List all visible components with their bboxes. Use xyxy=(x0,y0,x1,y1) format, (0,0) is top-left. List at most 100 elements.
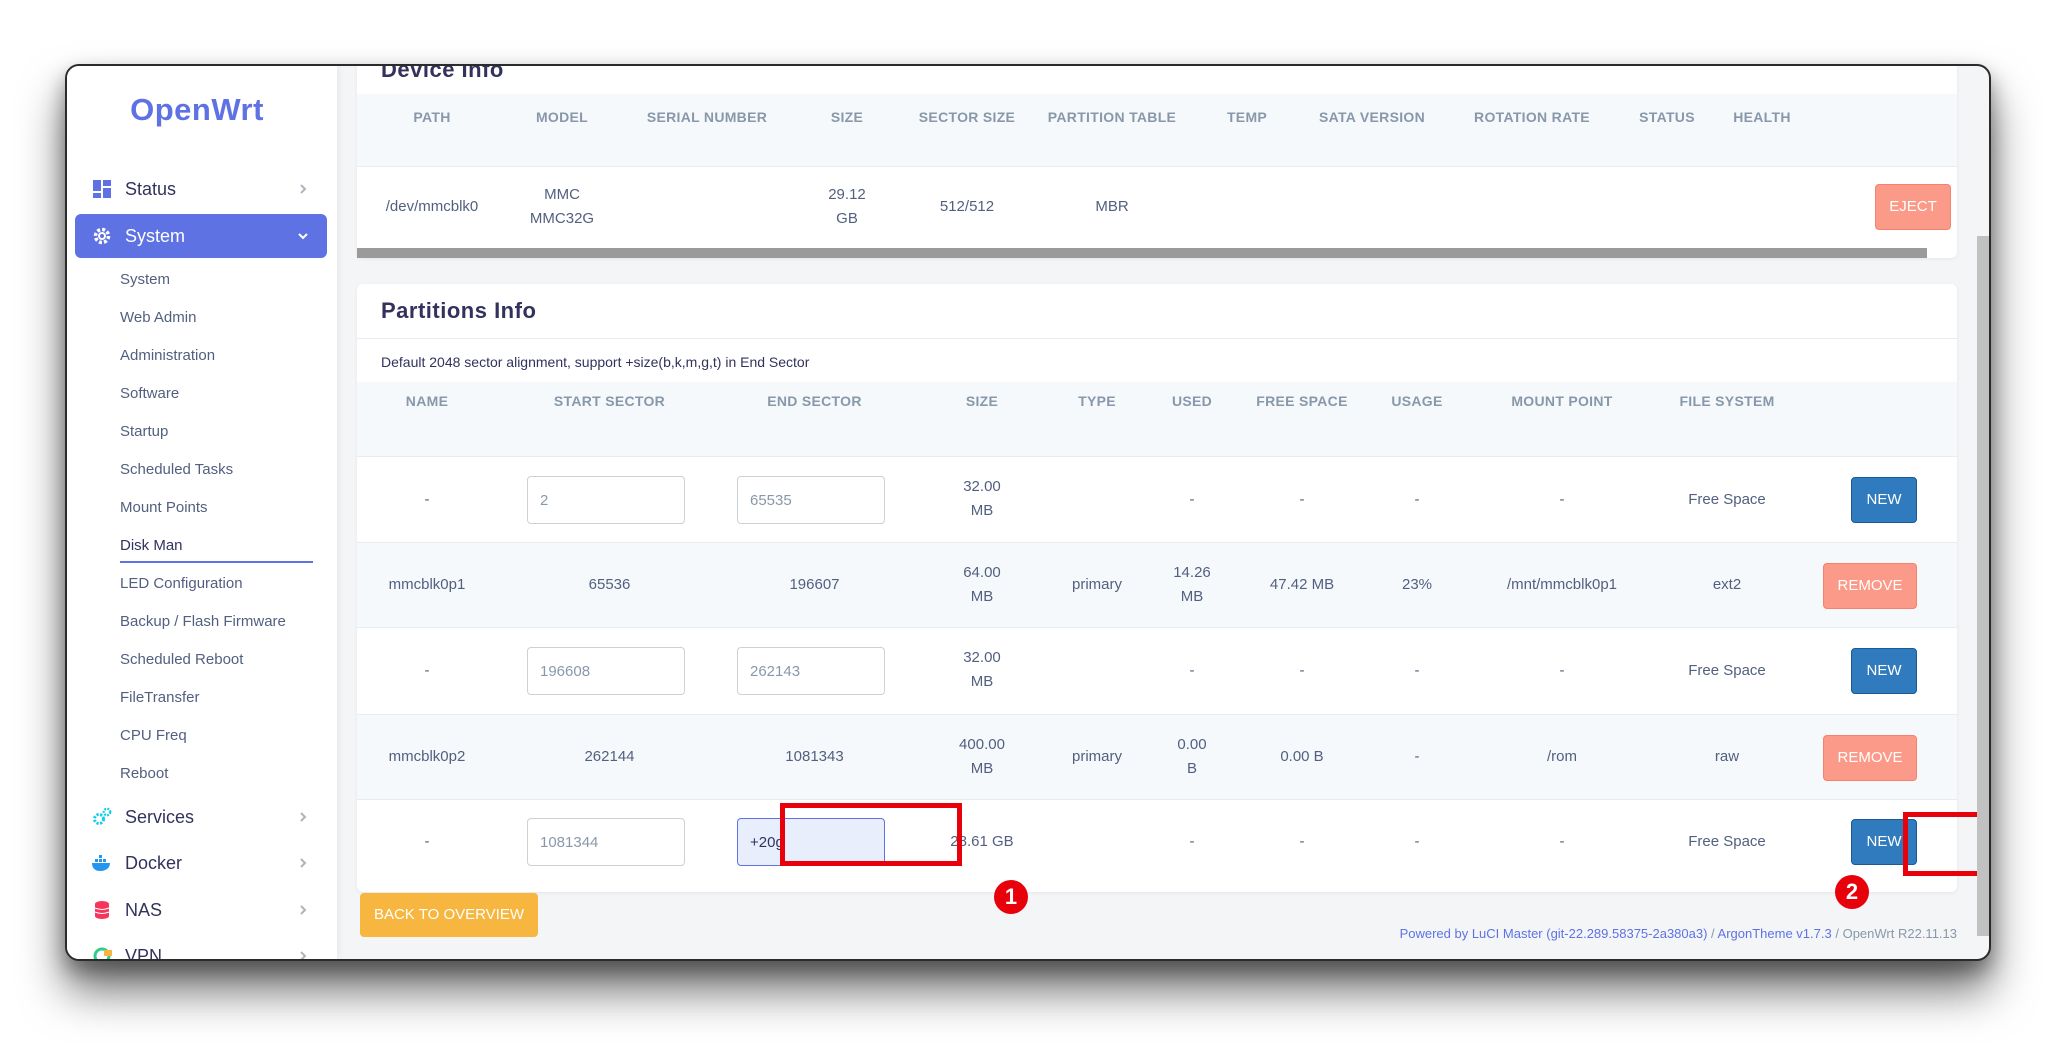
chevron-right-icon xyxy=(293,853,313,873)
sidebar: OpenWrt Status System System Web Admin A… xyxy=(67,66,337,959)
sidebar-item-label: System xyxy=(125,225,186,246)
sidebar-subitem-led-configuration[interactable]: LED Configuration xyxy=(120,569,360,599)
device-table-header: PATH MODEL SERIAL NUMBER SIZE SECTOR SIZ… xyxy=(357,94,1957,138)
sidebar-item-status[interactable]: Status xyxy=(75,167,327,211)
col-path: PATH xyxy=(413,109,451,125)
col-serial-number: SERIAL NUMBER xyxy=(646,109,768,125)
sidebar-item-system[interactable]: System xyxy=(75,214,327,258)
horizontal-scrollbar[interactable] xyxy=(357,248,1927,258)
sidebar-subitem-disk-man[interactable]: Disk Man xyxy=(120,531,313,563)
start-sector-input[interactable]: 1081344 xyxy=(527,818,685,866)
table-row: - 196608 262143 32.00 MB - - - - Free Sp… xyxy=(357,627,1957,715)
sidebar-subitem-backup-flash-firmware[interactable]: Backup / Flash Firmware xyxy=(120,607,360,637)
new-partition-button[interactable]: NEW xyxy=(1851,477,1917,523)
chevron-right-icon xyxy=(293,900,313,920)
chevron-right-icon xyxy=(293,807,313,827)
sidebar-item-services[interactable]: Services xyxy=(75,795,327,839)
sidebar-item-docker[interactable]: Docker xyxy=(75,841,327,885)
chevron-right-icon xyxy=(293,946,313,959)
browser-window: OpenWrt Status System System Web Admin A… xyxy=(65,64,1991,961)
partition-table-header: NAME START SECTOR END SECTOR SIZE TYPE U… xyxy=(357,382,1957,434)
table-row: mmcblk0p1 65536 196607 64.00 MB primary … xyxy=(357,542,1957,628)
sidebar-item-label: Services xyxy=(125,806,195,827)
table-row: - 1081344 +20g 28.61 GB - - - - Free Spa… xyxy=(357,799,1957,884)
chevron-down-icon xyxy=(293,226,313,246)
col-sata-version: SATA VERSION xyxy=(1318,109,1426,125)
sidebar-item-label: NAS xyxy=(125,899,163,920)
col-health: HEALTH xyxy=(1733,109,1791,125)
main-content: Device Info PATH MODEL SERIAL NUMBER SIZ… xyxy=(357,64,1989,959)
col-mount-point: MOUNT POINT xyxy=(1511,393,1613,409)
col-file-system: FILE SYSTEM xyxy=(1679,393,1775,409)
sidebar-subitem-administration[interactable]: Administration xyxy=(120,341,360,371)
col-size: SIZE xyxy=(830,109,864,125)
step-badge-1: 1 xyxy=(994,880,1028,914)
sidebar-item-label: Status xyxy=(125,178,177,199)
table-row: /dev/mmcblk0 MMC MMC32G 29.12 GB 512/512… xyxy=(357,166,1957,249)
back-to-overview-button[interactable]: BACK TO OVERVIEW xyxy=(360,893,538,937)
device-info-title: Device Info xyxy=(381,64,504,82)
argon-theme-link[interactable]: ArgonTheme v1.7.3 xyxy=(1718,926,1832,941)
sidebar-subitem-web-admin[interactable]: Web Admin xyxy=(120,303,360,333)
sidebar-subitem-scheduled-reboot[interactable]: Scheduled Reboot xyxy=(120,645,360,675)
sidebar-subitem-startup[interactable]: Startup xyxy=(120,417,360,447)
alignment-note: Default 2048 sector alignment, support +… xyxy=(381,354,810,370)
device-sector-size: 512/512 xyxy=(939,198,995,215)
remove-partition-button[interactable]: REMOVE xyxy=(1823,563,1917,609)
partitions-info-card: Partitions Info Default 2048 sector alig… xyxy=(357,284,1957,892)
col-rotation-rate: ROTATION RATE xyxy=(1474,109,1590,125)
openwrt-version: OpenWrt R22.11.13 xyxy=(1842,926,1957,941)
brand-logo[interactable]: OpenWrt xyxy=(67,92,327,128)
col-status: STATUS xyxy=(1639,109,1695,125)
col-type: TYPE xyxy=(1078,393,1116,409)
sidebar-subitem-software[interactable]: Software xyxy=(120,379,360,409)
col-temp: TEMP xyxy=(1226,109,1268,125)
col-used: USED xyxy=(1171,393,1213,409)
col-usage: USAGE xyxy=(1391,393,1443,409)
sidebar-item-vpn[interactable]: VPN xyxy=(75,934,327,959)
start-sector-input[interactable]: 196608 xyxy=(527,647,685,695)
dashboard-icon xyxy=(91,178,113,200)
vpn-icon xyxy=(91,945,113,959)
device-info-card: Device Info PATH MODEL SERIAL NUMBER SIZ… xyxy=(357,64,1957,258)
remove-partition-button[interactable]: REMOVE xyxy=(1823,735,1917,781)
table-row: - 2 65535 32.00 MB - - - - Free Space NE… xyxy=(357,456,1957,543)
gear-icon xyxy=(91,225,113,247)
step-badge-2: 2 xyxy=(1835,875,1869,909)
eject-button[interactable]: EJECT xyxy=(1875,184,1951,230)
col-free-space: FREE SPACE xyxy=(1256,393,1348,409)
database-icon xyxy=(91,899,113,921)
col-model: MODEL xyxy=(535,109,589,125)
vertical-scrollbar[interactable] xyxy=(1977,236,1989,936)
chevron-right-icon xyxy=(293,179,313,199)
col-size: SIZE xyxy=(965,393,999,409)
device-size: 29.12 GB xyxy=(828,186,866,227)
device-path: /dev/mmcblk0 xyxy=(385,198,479,215)
luci-link[interactable]: Powered by LuCI Master (git-22.289.58375… xyxy=(1400,926,1708,941)
new-partition-button[interactable]: NEW xyxy=(1851,648,1917,694)
end-sector-input[interactable]: 65535 xyxy=(737,476,885,524)
sidebar-subitem-mount-points[interactable]: Mount Points xyxy=(120,493,360,523)
col-end-sector: END SECTOR xyxy=(767,393,862,409)
docker-icon xyxy=(91,852,113,874)
start-sector-input[interactable]: 2 xyxy=(527,476,685,524)
col-sector-size: SECTOR SIZE xyxy=(918,109,1016,125)
highlight-end-sector xyxy=(780,803,962,866)
table-row: mmcblk0p2 262144 1081343 400.00 MB prima… xyxy=(357,714,1957,800)
partitions-info-title: Partitions Info xyxy=(381,298,537,323)
sidebar-subitem-reboot[interactable]: Reboot xyxy=(120,759,360,789)
cogs-icon xyxy=(91,806,113,828)
end-sector-input[interactable]: 262143 xyxy=(737,647,885,695)
col-start-sector: START SECTOR xyxy=(553,393,666,409)
footer: Powered by LuCI Master (git-22.289.58375… xyxy=(1399,926,1957,941)
sidebar-item-nas[interactable]: NAS xyxy=(75,888,327,932)
sidebar-item-label: Docker xyxy=(125,852,183,873)
col-name: NAME xyxy=(405,393,449,409)
sidebar-subitem-scheduled-tasks[interactable]: Scheduled Tasks xyxy=(120,455,360,485)
sidebar-subitem-system[interactable]: System xyxy=(120,265,360,295)
col-partition-table: PARTITION TABLE xyxy=(1047,109,1177,125)
device-model: MMC MMC32G xyxy=(529,186,595,227)
sidebar-subitem-cpu-freq[interactable]: CPU Freq xyxy=(120,721,360,751)
device-partition-table: MBR xyxy=(1095,198,1129,215)
sidebar-subitem-filetransfer[interactable]: FileTransfer xyxy=(120,683,360,713)
